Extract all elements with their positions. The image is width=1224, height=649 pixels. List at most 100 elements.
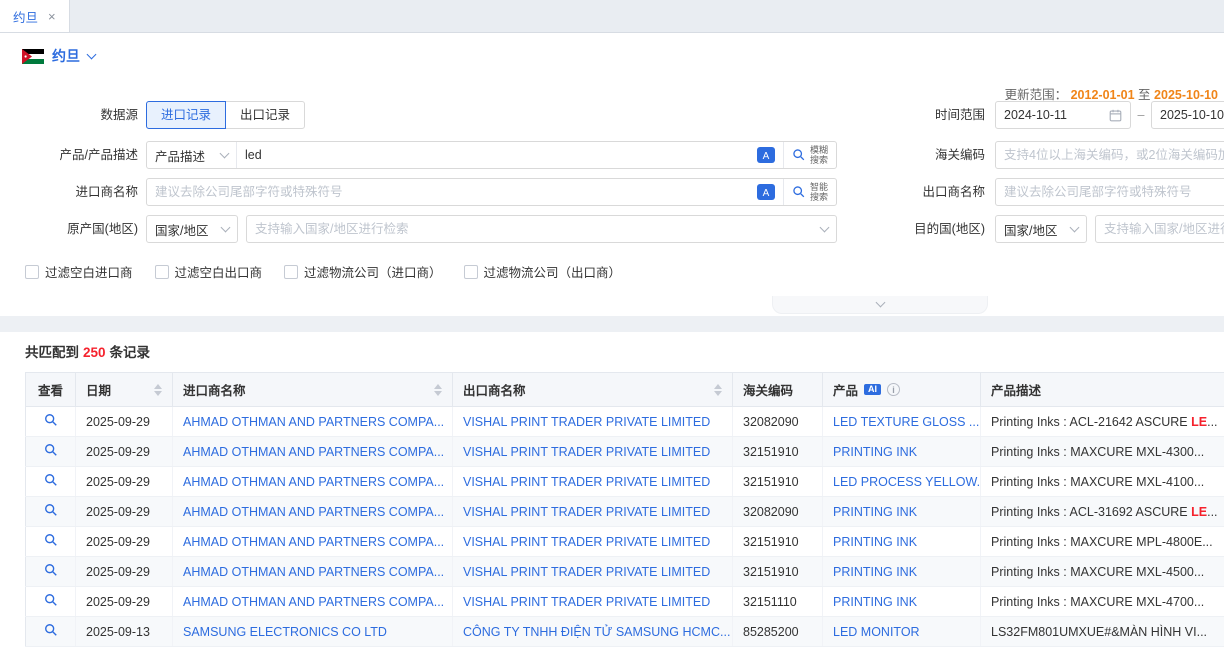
view-cell[interactable] [26, 587, 76, 617]
match-summary: 共匹配到250条记录 [25, 341, 150, 361]
exporter-input[interactable] [996, 179, 1224, 205]
collapse-form-button[interactable] [772, 296, 988, 314]
importer-input[interactable] [147, 179, 757, 205]
table-row: 2025-09-29AHMAD OTHMAN AND PARTNERS COMP… [26, 437, 1224, 467]
importer-link[interactable]: AHMAD OTHMAN AND PARTNERS COMPA... [173, 437, 453, 467]
product-link[interactable]: PRINTING INK [823, 557, 981, 587]
table-row: 2025-09-13SAMSUNG ELECTRONICS CO LTDCÔNG… [26, 617, 1224, 647]
destination-country-input[interactable] [1096, 216, 1224, 242]
date-from-input[interactable]: 2024-10-11 [995, 101, 1131, 129]
date-to-input[interactable]: 2025-10-10 [1151, 101, 1224, 129]
date-to-value: 2025-10-10 [1160, 108, 1224, 122]
product-field-select[interactable]: 产品描述 [147, 142, 237, 168]
checkbox-filter-blank-importer[interactable]: 过滤空白进口商 [25, 262, 133, 281]
product-link[interactable]: PRINTING INK [823, 587, 981, 617]
col-importer[interactable]: 进口商名称 [173, 373, 453, 407]
exporter-link[interactable]: VISHAL PRINT TRADER PRIVATE LIMITED [453, 497, 733, 527]
checkbox-filter-blank-exporter[interactable]: 过滤空白出口商 [155, 262, 263, 281]
tab-jordan[interactable]: 约旦 × [0, 0, 70, 32]
hs-code-cell: 32151910 [733, 557, 823, 587]
view-cell[interactable] [26, 557, 76, 587]
importer-link[interactable]: AHMAD OTHMAN AND PARTNERS COMPA... [173, 557, 453, 587]
col-date[interactable]: 日期 [76, 373, 173, 407]
destination-country-select[interactable]: 国家/地区 [995, 215, 1087, 243]
translate-icon[interactable]: A [757, 184, 775, 200]
view-search-icon[interactable] [44, 413, 58, 427]
smart-search-toggle[interactable]: 智能 搜索 [783, 179, 836, 205]
fuzzy-search-toggle[interactable]: 模糊 搜索 [783, 142, 836, 168]
col-product-label: 产品 [833, 380, 858, 399]
importer-label: 进口商名称 [8, 178, 138, 206]
importer-link[interactable]: AHMAD OTHMAN AND PARTNERS COMPA... [173, 407, 453, 437]
info-icon[interactable]: i [887, 383, 900, 396]
table-row: 2025-09-29AHMAD OTHMAN AND PARTNERS COMP… [26, 407, 1224, 437]
exporter-link[interactable]: VISHAL PRINT TRADER PRIVATE LIMITED [453, 527, 733, 557]
product-link[interactable]: PRINTING INK [823, 437, 981, 467]
importer-link[interactable]: AHMAD OTHMAN AND PARTNERS COMPA... [173, 467, 453, 497]
view-cell[interactable] [26, 437, 76, 467]
checkbox-icon[interactable] [25, 265, 39, 279]
product-link[interactable]: LED TEXTURE GLOSS ... [823, 407, 981, 437]
view-cell[interactable] [26, 407, 76, 437]
tab-import-records[interactable]: 进口记录 [146, 101, 226, 129]
translate-icon[interactable]: A [757, 147, 775, 163]
sort-icon[interactable] [714, 384, 722, 396]
product-link[interactable]: PRINTING INK [823, 497, 981, 527]
tab-bar: 约旦 × [0, 0, 1224, 33]
smart-search-label-line2: 搜索 [810, 192, 828, 202]
exporter-link[interactable]: CÔNG TY TNHH ĐIỆN TỬ SAMSUNG HCMC... [453, 617, 733, 647]
exporter-link[interactable]: VISHAL PRINT TRADER PRIVATE LIMITED [453, 467, 733, 497]
sort-icon[interactable] [434, 384, 442, 396]
view-search-icon[interactable] [44, 443, 58, 457]
view-cell[interactable] [26, 527, 76, 557]
checkbox-filter-logistics-exporter[interactable]: 过滤物流公司（出口商） [464, 262, 622, 281]
importer-link[interactable]: SAMSUNG ELECTRONICS CO LTD [173, 617, 453, 647]
product-label: 产品/产品描述 [8, 141, 138, 169]
sort-icon[interactable] [154, 384, 162, 396]
hs-code-label: 海关编码 [875, 141, 985, 169]
product-desc-cell: Printing Inks : ACL-31692 ASCURE LE... [981, 497, 1224, 527]
product-desc-cell: Printing Inks : MAXCURE MXL-4300... [981, 437, 1224, 467]
product-search-input[interactable] [237, 142, 757, 168]
close-tab-icon[interactable]: × [48, 10, 56, 23]
origin-country-input[interactable] [247, 216, 821, 242]
country-selector[interactable]: 约旦 [22, 46, 95, 66]
exporter-link[interactable]: VISHAL PRINT TRADER PRIVATE LIMITED [453, 557, 733, 587]
checkbox-icon[interactable] [464, 265, 478, 279]
origin-country-select[interactable]: 国家/地区 [146, 215, 238, 243]
product-link[interactable]: PRINTING INK [823, 527, 981, 557]
checkbox-filter-logistics-importer[interactable]: 过滤物流公司（进口商） [284, 262, 442, 281]
view-search-icon[interactable] [44, 473, 58, 487]
results-table: 查看 日期 进口商名称 [25, 372, 1224, 647]
table-row: 2025-09-29AHMAD OTHMAN AND PARTNERS COMP… [26, 557, 1224, 587]
hs-code-input[interactable] [996, 142, 1224, 168]
view-search-icon[interactable] [44, 563, 58, 577]
match-count: 250 [79, 345, 110, 360]
view-search-icon[interactable] [44, 503, 58, 517]
chevron-down-icon [875, 297, 885, 307]
view-search-icon[interactable] [44, 533, 58, 547]
product-link[interactable]: LED MONITOR [823, 617, 981, 647]
fuzzy-search-label-line2: 搜索 [810, 155, 828, 165]
importer-link[interactable]: AHMAD OTHMAN AND PARTNERS COMPA... [173, 527, 453, 557]
product-link[interactable]: LED PROCESS YELLOW... [823, 467, 981, 497]
col-importer-label: 进口商名称 [183, 380, 246, 399]
exporter-link[interactable]: VISHAL PRINT TRADER PRIVATE LIMITED [453, 587, 733, 617]
view-cell[interactable] [26, 617, 76, 647]
checkbox-icon[interactable] [284, 265, 298, 279]
date-from-value: 2024-10-11 [1004, 108, 1067, 122]
exporter-link[interactable]: VISHAL PRINT TRADER PRIVATE LIMITED [453, 407, 733, 437]
view-cell[interactable] [26, 467, 76, 497]
importer-link[interactable]: AHMAD OTHMAN AND PARTNERS COMPA... [173, 497, 453, 527]
data-source-label: 数据源 [8, 101, 138, 129]
hs-code-cell: 32151910 [733, 437, 823, 467]
checkbox-icon[interactable] [155, 265, 169, 279]
view-search-icon[interactable] [44, 593, 58, 607]
view-cell[interactable] [26, 497, 76, 527]
col-exporter[interactable]: 出口商名称 [453, 373, 733, 407]
importer-link[interactable]: AHMAD OTHMAN AND PARTNERS COMPA... [173, 587, 453, 617]
exporter-link[interactable]: VISHAL PRINT TRADER PRIVATE LIMITED [453, 437, 733, 467]
tab-export-records[interactable]: 出口记录 [225, 101, 305, 129]
table-body: 2025-09-29AHMAD OTHMAN AND PARTNERS COMP… [26, 407, 1224, 647]
view-search-icon[interactable] [44, 623, 58, 637]
